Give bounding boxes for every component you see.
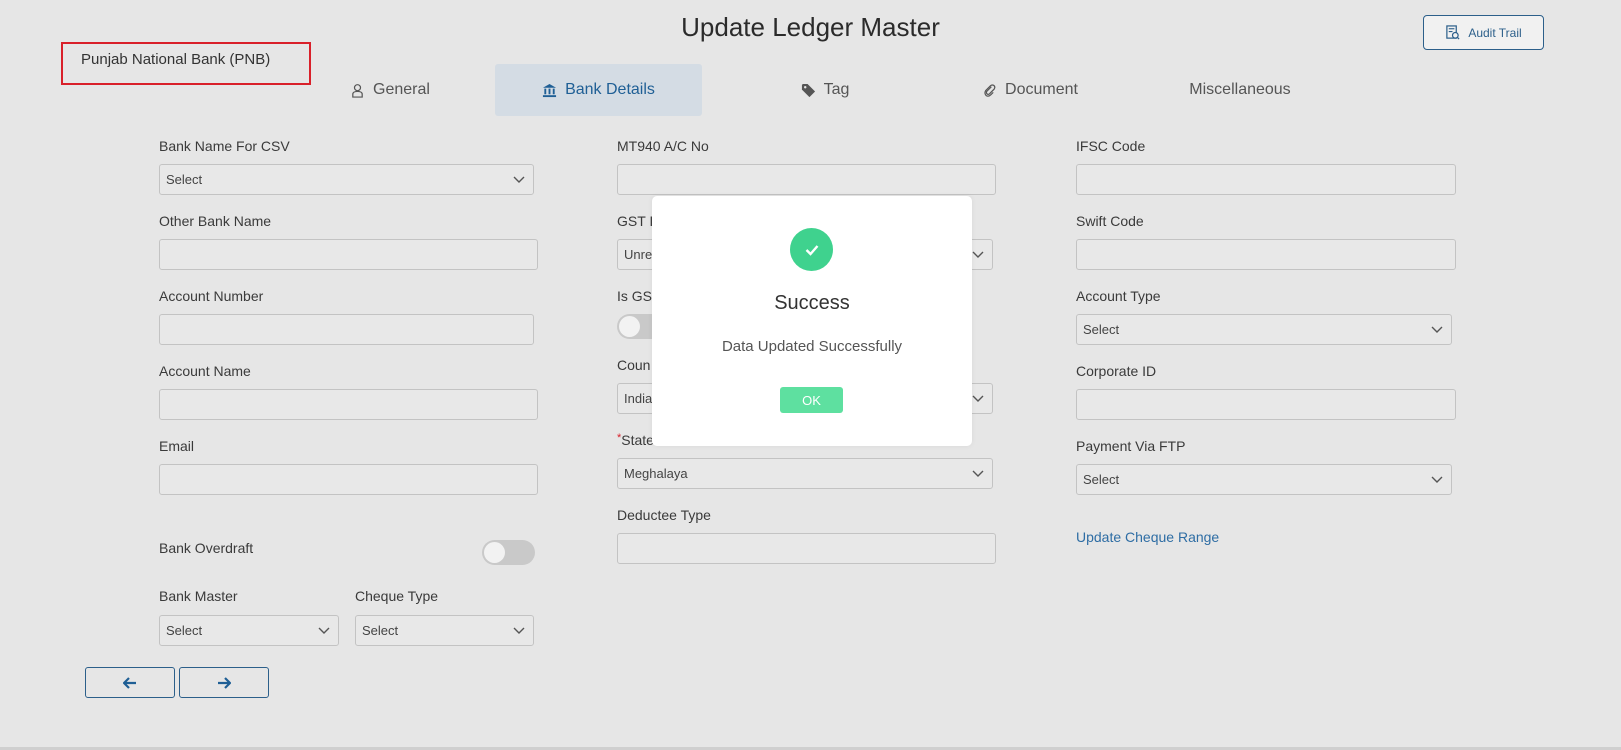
corporate-id-input[interactable]: [1076, 389, 1456, 420]
swift-label: Swift Code: [1076, 213, 1144, 229]
chevron-down-icon: [1431, 476, 1443, 483]
update-cheque-range-link[interactable]: Update Cheque Range: [1076, 529, 1219, 545]
tab-label: Document: [1005, 81, 1078, 98]
tab-label: Tag: [823, 81, 850, 98]
tab-label: General: [373, 81, 430, 98]
swift-input[interactable]: [1076, 239, 1456, 270]
select-value: Select: [1083, 322, 1120, 337]
tab-tag[interactable]: Tag: [770, 64, 880, 116]
mt940-label: MT940 A/C No: [617, 138, 709, 154]
ifsc-label: IFSC Code: [1076, 138, 1146, 154]
arrow-left-icon: [123, 676, 136, 689]
state-label-text: State: [621, 432, 654, 448]
ledger-name-highlight: Punjab National Bank (PNB): [61, 42, 311, 85]
modal-title: Success: [774, 292, 850, 314]
payment-ftp-label: Payment Via FTP: [1076, 438, 1186, 454]
mt940-input[interactable]: [617, 164, 996, 195]
toggle-knob: [484, 542, 505, 563]
select-value: Select: [166, 623, 203, 638]
audit-trail-button[interactable]: Audit Trail: [1423, 15, 1544, 50]
previous-button[interactable]: [85, 667, 175, 698]
other-bank-name-input[interactable]: [159, 239, 538, 270]
tab-label: Miscellaneous: [1189, 81, 1291, 98]
gst-label: GST I: [617, 213, 654, 229]
chevron-down-icon: [1431, 326, 1443, 333]
next-button[interactable]: [179, 667, 269, 698]
bank-name-csv-label: Bank Name For CSV: [159, 138, 290, 154]
email-label: Email: [159, 438, 195, 454]
tag-icon: [801, 83, 815, 97]
tab-general[interactable]: General: [320, 64, 460, 116]
paperclip-icon: [984, 83, 996, 97]
country-label: Coun: [617, 357, 651, 373]
select-value: India: [624, 391, 653, 406]
bank-overdraft-toggle[interactable]: [482, 540, 535, 565]
page-title: Update Ledger Master: [681, 12, 940, 42]
account-name-input[interactable]: [159, 389, 538, 420]
payment-ftp-select[interactable]: Select: [1076, 464, 1452, 495]
account-number-input[interactable]: [159, 314, 534, 345]
ifsc-input[interactable]: [1076, 164, 1456, 195]
audit-icon: [1446, 25, 1460, 40]
email-input[interactable]: [159, 464, 538, 495]
audit-trail-label: Audit Trail: [1468, 25, 1522, 40]
state-select[interactable]: Meghalaya: [617, 458, 993, 489]
chevron-down-icon: [513, 176, 525, 183]
ok-button[interactable]: OK: [780, 387, 843, 413]
account-number-label: Account Number: [159, 288, 264, 304]
tab-bank-details[interactable]: Bank Details: [495, 64, 702, 116]
account-name-label: Account Name: [159, 363, 251, 379]
chevron-down-icon: [972, 395, 984, 402]
cheque-type-select[interactable]: Select: [355, 615, 534, 646]
select-value: Select: [166, 172, 203, 187]
account-type-select[interactable]: Select: [1076, 314, 1452, 345]
bank-master-label: Bank Master: [159, 588, 238, 604]
select-value: Select: [362, 623, 399, 638]
cheque-type-label: Cheque Type: [355, 588, 439, 604]
bank-master-select[interactable]: Select: [159, 615, 339, 646]
success-modal: Success Data Updated Successfully OK: [652, 196, 972, 446]
tab-miscellaneous[interactable]: Miscellaneous: [1170, 64, 1310, 116]
user-icon: [352, 83, 363, 98]
select-value: Meghalaya: [624, 466, 688, 481]
state-label: *State: [617, 432, 654, 448]
check-icon: [790, 228, 833, 271]
chevron-down-icon: [972, 251, 984, 258]
chevron-down-icon: [513, 627, 525, 634]
deductee-type-input[interactable]: [617, 533, 996, 564]
is-gst-label: Is GS: [617, 288, 653, 304]
corporate-id-label: Corporate ID: [1076, 363, 1157, 379]
bank-icon: [543, 83, 557, 97]
select-value: Unre: [624, 247, 653, 262]
arrow-right-icon: [218, 676, 231, 689]
deductee-type-label: Deductee Type: [617, 507, 711, 523]
select-value: Select: [1083, 472, 1120, 487]
account-type-label: Account Type: [1076, 288, 1161, 304]
chevron-down-icon: [972, 470, 984, 477]
bank-overdraft-label: Bank Overdraft: [159, 540, 254, 556]
tab-document[interactable]: Document: [960, 64, 1100, 116]
toggle-knob: [619, 316, 640, 337]
modal-message: Data Updated Successfully: [721, 338, 903, 355]
bank-name-csv-select[interactable]: Select: [159, 164, 534, 195]
other-bank-name-label: Other Bank Name: [159, 213, 272, 229]
tab-label: Bank Details: [565, 81, 655, 98]
chevron-down-icon: [318, 627, 330, 634]
